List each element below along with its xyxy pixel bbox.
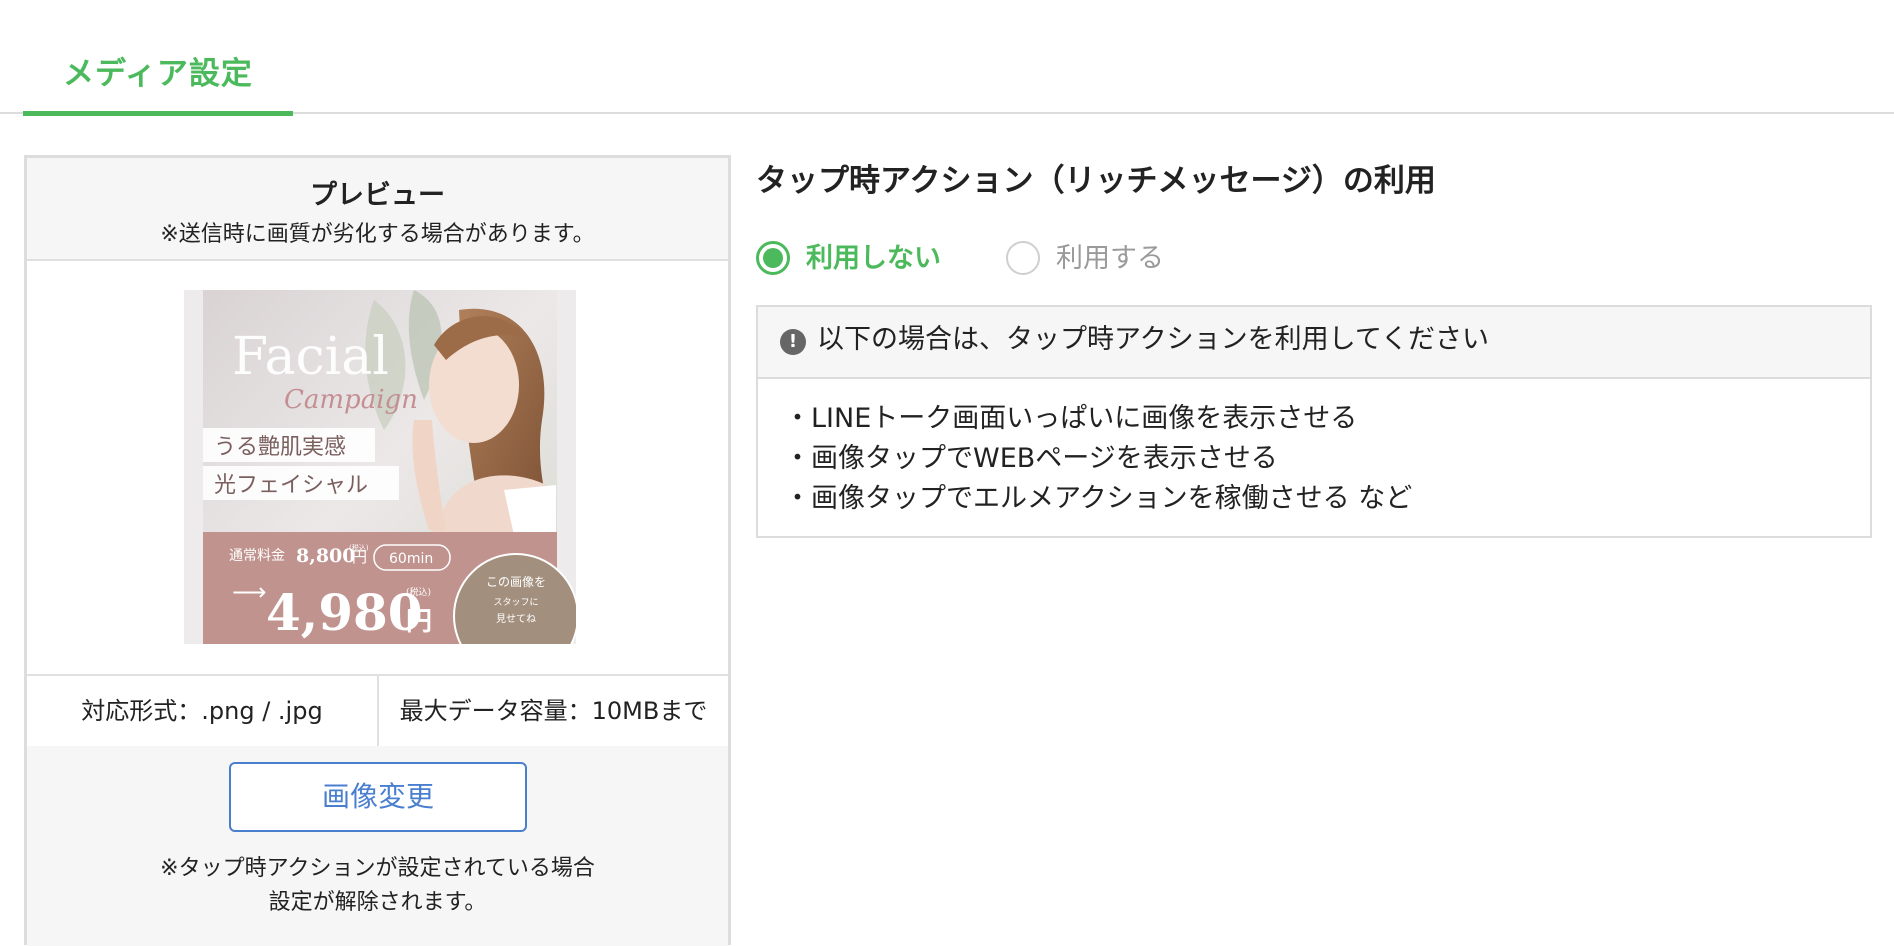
notice-item: ・LINEトーク画面いっぱいに画像を表示させる xyxy=(784,403,1358,434)
preview-image-area: Facial Campaign うる艶肌実感 光フェイシャル 通常料金 8,80… xyxy=(27,261,728,676)
image-sale-price: 4,980 xyxy=(266,583,423,642)
radio-label[interactable]: 利用する xyxy=(1056,241,1164,277)
notice-list: ・LINEトーク画面いっぱいに画像を表示させる ・画像タップでWEBページを表示… xyxy=(784,399,1412,519)
preview-title: プレビュー xyxy=(310,180,445,211)
image-badge-line2: スタッフに xyxy=(493,597,538,608)
tab-bar: メディア設定 xyxy=(0,0,1894,116)
tap-action-title: タップ時アクション（リッチメッセージ）の利用 xyxy=(756,163,1436,199)
reset-warning-note: ※タップ時アクションが設定されている場合 設定が解除されます。 xyxy=(27,852,728,920)
image-duration: 60min xyxy=(389,551,433,567)
image-headline: Facial xyxy=(232,327,389,387)
notice-item: ・画像タップでエルメアクションを稼働させる など xyxy=(784,483,1413,514)
tab-active-indicator xyxy=(23,111,293,116)
image-regular-label: 通常料金 xyxy=(229,548,285,564)
image-badge-line3: 見せてね xyxy=(496,613,536,625)
image-badge-line1: この画像を xyxy=(486,575,546,589)
notice-item: ・画像タップでWEBページを表示させる xyxy=(784,443,1278,474)
preview-image: Facial Campaign うる艶肌実感 光フェイシャル 通常料金 8,80… xyxy=(184,290,576,644)
radio-unselected-icon[interactable] xyxy=(1006,241,1040,275)
radio-selected-icon[interactable] xyxy=(756,241,790,275)
preview-footer: 画像変更 ※タップ時アクションが設定されている場合 設定が解除されます。 xyxy=(27,746,728,946)
image-regular-tax: (税込) xyxy=(349,543,369,552)
notice-header: ! 以下の場合は、タップ時アクションを利用してください xyxy=(758,307,1870,379)
image-arrow: ⟶ xyxy=(232,578,266,606)
image-script: Campaign xyxy=(284,385,418,415)
image-tag-1: うる艶肌実感 xyxy=(214,435,346,460)
tap-action-notice: ! 以下の場合は、タップ時アクションを利用してください ・LINEトーク画面いっ… xyxy=(756,305,1872,538)
preview-quality-note: ※送信時に画質が劣化する場合があります。 xyxy=(160,222,595,247)
exclamation-icon: ! xyxy=(780,329,806,355)
image-sale-tax: (税込) xyxy=(406,586,431,598)
image-regular-price: 8,800 xyxy=(296,545,356,567)
reset-warning-line2: 設定が解除されます。 xyxy=(268,890,487,915)
max-file-size: 最大データ容量：10MBまで xyxy=(399,697,708,725)
preview-header: プレビュー ※送信時に画質が劣化する場合があります。 xyxy=(27,158,728,261)
supported-formats: 対応形式：.png / .jpg xyxy=(27,676,379,746)
file-spec-row: 対応形式：.png / .jpg 最大データ容量：10MBまで xyxy=(27,674,728,748)
radio-label[interactable]: 利用しない xyxy=(806,241,941,277)
image-tag-2: 光フェイシャル xyxy=(214,473,368,498)
change-image-button[interactable]: 画像変更 xyxy=(229,762,527,832)
image-sale-yen: 円 xyxy=(406,607,432,637)
preview-panel: プレビュー ※送信時に画質が劣化する場合があります。 Facial Campai… xyxy=(24,155,731,946)
tab-label: メディア設定 xyxy=(63,56,253,92)
tab-media-settings[interactable]: メディア設定 xyxy=(23,0,293,116)
reset-warning-line1: ※タップ時アクションが設定されている場合 xyxy=(160,856,595,881)
notice-title: 以下の場合は、タップ時アクションを利用してください xyxy=(817,324,1490,355)
